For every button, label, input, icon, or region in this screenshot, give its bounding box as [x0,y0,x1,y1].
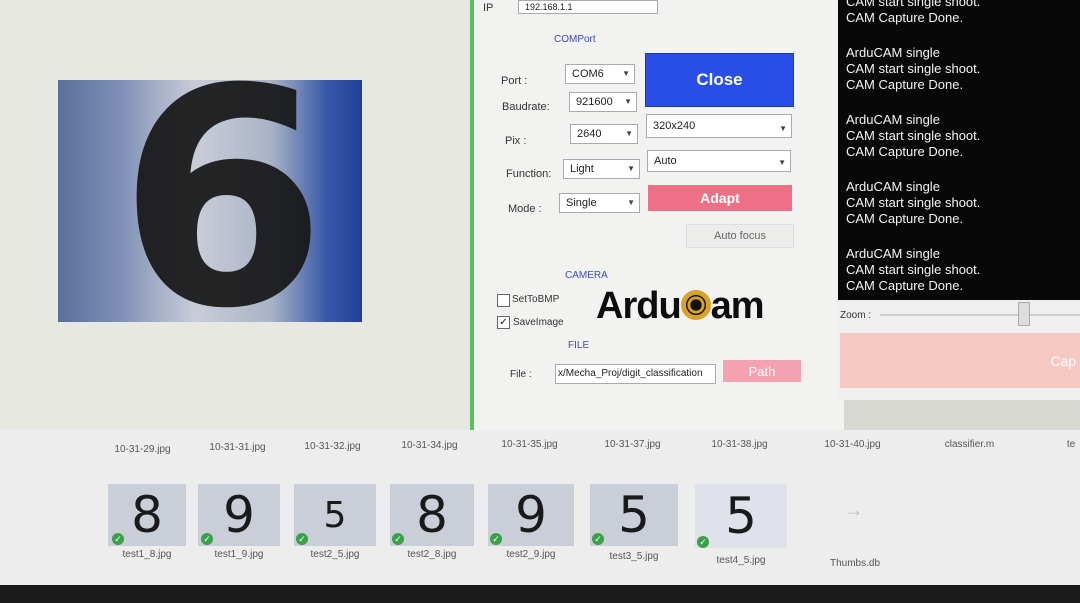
ip-field[interactable]: 192.168.1.1 [518,0,658,14]
chevron-down-icon: ▼ [778,158,786,167]
file-item[interactable]: 10-31-38.jpg [692,439,787,450]
arducam-logo: Ardu am [596,285,765,327]
zoom-slider-thumb[interactable] [1018,302,1030,326]
mode-value: Single [566,197,597,209]
baudrate-label: Baudrate: [502,101,550,113]
chevron-down-icon: ▼ [625,129,633,138]
sync-check-icon: ✓ [201,533,213,545]
path-button[interactable]: Path [723,360,801,382]
chevron-down-icon: ▼ [627,198,635,207]
thumbnail-image[interactable]: 5 [695,484,787,548]
light-mode-select[interactable]: Auto ▼ [647,150,791,172]
log-line: CAM Capture Done. [846,77,964,92]
baudrate-value: 921600 [576,96,613,108]
file-item[interactable]: 10-31-32.jpg [285,441,380,452]
log-line: CAM start single shoot. [846,195,981,210]
zoom-label: Zoom : [840,310,872,321]
file-path-input[interactable]: x/Mecha_Proj/digit_classification [555,364,716,384]
save-image-checkbox[interactable]: ✓ [497,316,510,329]
ip-label: IP [483,2,494,14]
file-item[interactable]: 10-31-40.jpg [805,439,900,450]
thumbnail-name: test1_9.jpg [214,549,264,560]
file-item[interactable]: classifier.m [922,439,1017,450]
file-item[interactable]: 10-31-29.jpg [95,444,190,455]
pix-select[interactable]: 2640 ▼ [570,124,638,144]
thumbnail-name: test1_8.jpg [122,549,172,560]
thumbnail-name: test2_9.jpg [506,549,556,560]
sync-check-icon: ✓ [697,536,709,548]
pix-label: Pix : [505,135,527,147]
set-to-bmp-label: SetToBMP [512,294,560,305]
file-section-title: FILE [568,340,590,351]
thumbnail-name: test4_5.jpg [716,555,766,566]
log-line: CAM start single shoot. [846,0,981,9]
thumbnail-name: test2_8.jpg [407,549,457,560]
zoom-slider[interactable] [880,314,1080,316]
log-line: ArduCAM single [846,45,940,60]
log-line: ArduCAM single [846,112,940,127]
comport-section-title: COMPort [554,34,596,45]
save-image-label: SaveImage [513,317,564,328]
sync-check-icon: ✓ [112,533,124,545]
port-label: Port : [501,75,528,87]
thumbnail-name: test2_5.jpg [310,549,360,560]
sync-check-icon: ✓ [392,533,404,545]
close-button[interactable]: Close [645,53,794,107]
file-item[interactable]: 10-31-31.jpg [190,442,285,453]
resolution-value: 320x240 [653,120,696,132]
capture-button[interactable]: Cap [840,333,1080,388]
file-item[interactable]: 10-31-34.jpg [382,440,477,451]
arducam-logo-mark-icon [680,289,711,320]
function-value: Light [570,163,594,175]
port-value: COM6 [572,68,604,80]
log-line: CAM Capture Done. [846,278,964,293]
function-select[interactable]: Light ▼ [563,159,640,179]
camera-section-title: CAMERA [565,270,608,281]
log-panel: CAM start single shoot. CAM Capture Done… [838,0,1080,300]
thumbnail-name[interactable]: Thumbs.db [810,558,900,569]
chevron-down-icon: ▼ [624,97,632,106]
file-label: File : [510,369,532,380]
pix-value: 2640 [577,128,602,140]
mode-label: Mode : [508,203,542,215]
chevron-down-icon: ▼ [622,69,630,78]
set-to-bmp-checkbox[interactable] [497,294,510,307]
chevron-down-icon: ▼ [779,124,787,133]
camera-preview-image: 6 [58,80,362,322]
sync-check-icon: ✓ [296,533,308,545]
arrow-right-icon: → [845,500,863,520]
log-line: ArduCAM single [846,246,940,261]
adapt-button[interactable]: Adapt [648,185,792,211]
sync-check-icon: ✓ [592,533,604,545]
port-select[interactable]: COM6 ▼ [565,64,635,84]
auto-focus-button[interactable]: Auto focus [686,224,794,248]
light-mode-value: Auto [654,155,677,167]
file-item[interactable]: te [1062,439,1080,450]
log-line: CAM Capture Done. [846,211,964,226]
thumbnail-name: test3_5.jpg [609,551,659,562]
taskbar [0,585,1080,603]
file-item[interactable]: 10-31-37.jpg [585,439,680,450]
preview-digit: 6 [118,80,327,322]
baudrate-select[interactable]: 921600 ▼ [569,92,637,112]
log-line: CAM start single shoot. [846,61,981,76]
resolution-select[interactable]: 320x240 ▼ [646,114,792,138]
log-line: CAM start single shoot. [846,128,981,143]
file-item[interactable]: 10-31-35.jpg [482,439,577,450]
log-line: CAM Capture Done. [846,144,964,159]
log-line: CAM start single shoot. [846,262,981,277]
mode-select[interactable]: Single ▼ [559,193,640,213]
sync-check-icon: ✓ [490,533,502,545]
log-line: ArduCAM single [846,179,940,194]
chevron-down-icon: ▼ [627,164,635,173]
function-label: Function: [506,168,552,180]
log-line: CAM Capture Done. [846,10,964,25]
